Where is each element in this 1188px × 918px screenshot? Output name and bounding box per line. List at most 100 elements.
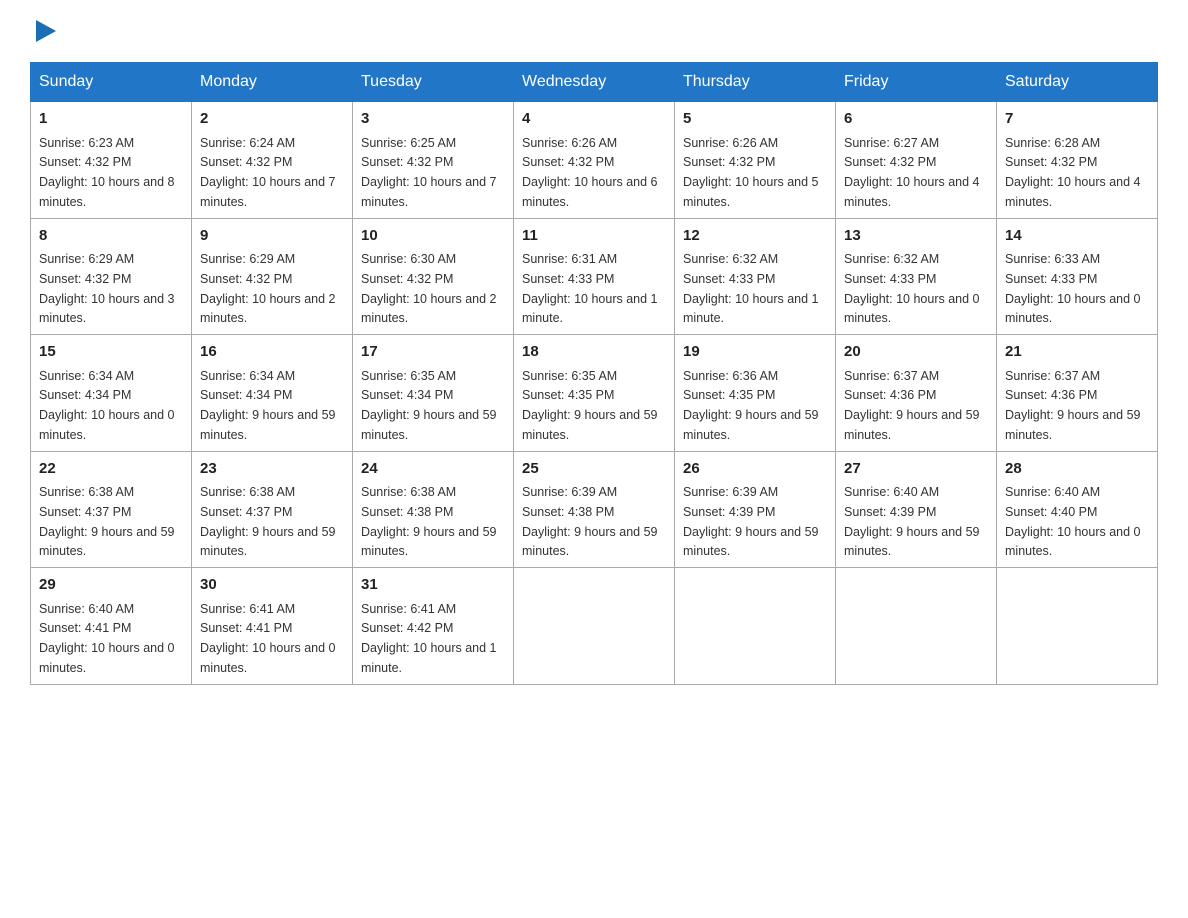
- table-row: [836, 568, 997, 685]
- day-info: Sunrise: 6:34 AMSunset: 4:34 PMDaylight:…: [39, 369, 175, 442]
- table-row: 9 Sunrise: 6:29 AMSunset: 4:32 PMDaylight…: [192, 218, 353, 335]
- table-row: [675, 568, 836, 685]
- day-number: 19: [683, 341, 827, 364]
- table-row: 8 Sunrise: 6:29 AMSunset: 4:32 PMDaylight…: [31, 218, 192, 335]
- day-number: 16: [200, 341, 344, 364]
- day-info: Sunrise: 6:40 AMSunset: 4:41 PMDaylight:…: [39, 602, 175, 675]
- day-info: Sunrise: 6:35 AMSunset: 4:34 PMDaylight:…: [361, 369, 497, 442]
- table-row: 16 Sunrise: 6:34 AMSunset: 4:34 PMDayligh…: [192, 335, 353, 452]
- day-number: 11: [522, 225, 666, 248]
- table-row: 11Sunrise: 6:31 AMSunset: 4:33 PMDayligh…: [514, 218, 675, 335]
- day-info: Sunrise: 6:41 AMSunset: 4:42 PMDaylight:…: [361, 602, 497, 675]
- day-info: Sunrise: 6:29 AMSunset: 4:32 PMDaylight:…: [200, 252, 336, 325]
- weekday-header-tuesday: Tuesday: [353, 63, 514, 102]
- table-row: 1 Sunrise: 6:23 AMSunset: 4:32 PMDaylight…: [31, 102, 192, 219]
- weekday-header-wednesday: Wednesday: [514, 63, 675, 102]
- table-row: 12 Sunrise: 6:32 AMSunset: 4:33 PMDayligh…: [675, 218, 836, 335]
- day-number: 2: [200, 108, 344, 131]
- table-row: 5 Sunrise: 6:26 AMSunset: 4:32 PMDaylight…: [675, 102, 836, 219]
- weekday-header-sunday: Sunday: [31, 63, 192, 102]
- day-number: 17: [361, 341, 505, 364]
- day-info: Sunrise: 6:39 AMSunset: 4:38 PMDaylight:…: [522, 485, 658, 558]
- day-info: Sunrise: 6:40 AMSunset: 4:39 PMDaylight:…: [844, 485, 980, 558]
- day-info: Sunrise: 6:35 AMSunset: 4:35 PMDaylight:…: [522, 369, 658, 442]
- weekday-header-thursday: Thursday: [675, 63, 836, 102]
- day-number: 29: [39, 574, 183, 597]
- table-row: 21 Sunrise: 6:37 AMSunset: 4:36 PMDayligh…: [997, 335, 1158, 452]
- day-number: 23: [200, 458, 344, 481]
- page-header: [30, 20, 1158, 42]
- week-row-2: 8 Sunrise: 6:29 AMSunset: 4:32 PMDaylight…: [31, 218, 1158, 335]
- table-row: 30 Sunrise: 6:41 AMSunset: 4:41 PMDayligh…: [192, 568, 353, 685]
- table-row: 6 Sunrise: 6:27 AMSunset: 4:32 PMDaylight…: [836, 102, 997, 219]
- day-info: Sunrise: 6:24 AMSunset: 4:32 PMDaylight:…: [200, 136, 336, 209]
- table-row: 20Sunrise: 6:37 AMSunset: 4:36 PMDayligh…: [836, 335, 997, 452]
- day-number: 22: [39, 458, 183, 481]
- table-row: 27 Sunrise: 6:40 AMSunset: 4:39 PMDayligh…: [836, 451, 997, 568]
- day-number: 13: [844, 225, 988, 248]
- table-row: 7 Sunrise: 6:28 AMSunset: 4:32 PMDaylight…: [997, 102, 1158, 219]
- day-info: Sunrise: 6:34 AMSunset: 4:34 PMDaylight:…: [200, 369, 336, 442]
- day-info: Sunrise: 6:39 AMSunset: 4:39 PMDaylight:…: [683, 485, 819, 558]
- table-row: 14 Sunrise: 6:33 AMSunset: 4:33 PMDayligh…: [997, 218, 1158, 335]
- day-number: 15: [39, 341, 183, 364]
- day-info: Sunrise: 6:38 AMSunset: 4:37 PMDaylight:…: [39, 485, 175, 558]
- day-info: Sunrise: 6:32 AMSunset: 4:33 PMDaylight:…: [683, 252, 819, 325]
- weekday-header-monday: Monday: [192, 63, 353, 102]
- day-info: Sunrise: 6:26 AMSunset: 4:32 PMDaylight:…: [522, 136, 658, 209]
- logo: [30, 20, 56, 42]
- day-info: Sunrise: 6:37 AMSunset: 4:36 PMDaylight:…: [844, 369, 980, 442]
- table-row: 3 Sunrise: 6:25 AMSunset: 4:32 PMDaylight…: [353, 102, 514, 219]
- day-number: 1: [39, 108, 183, 131]
- table-row: [514, 568, 675, 685]
- day-info: Sunrise: 6:33 AMSunset: 4:33 PMDaylight:…: [1005, 252, 1141, 325]
- day-info: Sunrise: 6:38 AMSunset: 4:37 PMDaylight:…: [200, 485, 336, 558]
- day-info: Sunrise: 6:37 AMSunset: 4:36 PMDaylight:…: [1005, 369, 1141, 442]
- weekday-header-row: SundayMondayTuesdayWednesdayThursdayFrid…: [31, 63, 1158, 102]
- day-number: 31: [361, 574, 505, 597]
- day-info: Sunrise: 6:23 AMSunset: 4:32 PMDaylight:…: [39, 136, 175, 209]
- day-number: 24: [361, 458, 505, 481]
- table-row: 24 Sunrise: 6:38 AMSunset: 4:38 PMDayligh…: [353, 451, 514, 568]
- day-number: 7: [1005, 108, 1149, 131]
- day-number: 26: [683, 458, 827, 481]
- day-info: Sunrise: 6:29 AMSunset: 4:32 PMDaylight:…: [39, 252, 175, 325]
- weekday-header-saturday: Saturday: [997, 63, 1158, 102]
- table-row: 4 Sunrise: 6:26 AMSunset: 4:32 PMDaylight…: [514, 102, 675, 219]
- table-row: 10Sunrise: 6:30 AMSunset: 4:32 PMDayligh…: [353, 218, 514, 335]
- day-number: 21: [1005, 341, 1149, 364]
- day-info: Sunrise: 6:41 AMSunset: 4:41 PMDaylight:…: [200, 602, 336, 675]
- week-row-1: 1 Sunrise: 6:23 AMSunset: 4:32 PMDaylight…: [31, 102, 1158, 219]
- table-row: 15 Sunrise: 6:34 AMSunset: 4:34 PMDayligh…: [31, 335, 192, 452]
- table-row: 29 Sunrise: 6:40 AMSunset: 4:41 PMDayligh…: [31, 568, 192, 685]
- table-row: 26 Sunrise: 6:39 AMSunset: 4:39 PMDayligh…: [675, 451, 836, 568]
- day-number: 27: [844, 458, 988, 481]
- day-info: Sunrise: 6:28 AMSunset: 4:32 PMDaylight:…: [1005, 136, 1141, 209]
- week-row-5: 29 Sunrise: 6:40 AMSunset: 4:41 PMDayligh…: [31, 568, 1158, 685]
- table-row: 2 Sunrise: 6:24 AMSunset: 4:32 PMDaylight…: [192, 102, 353, 219]
- day-info: Sunrise: 6:25 AMSunset: 4:32 PMDaylight:…: [361, 136, 497, 209]
- table-row: [997, 568, 1158, 685]
- day-number: 30: [200, 574, 344, 597]
- day-number: 4: [522, 108, 666, 131]
- day-number: 14: [1005, 225, 1149, 248]
- day-info: Sunrise: 6:26 AMSunset: 4:32 PMDaylight:…: [683, 136, 819, 209]
- table-row: 18Sunrise: 6:35 AMSunset: 4:35 PMDayligh…: [514, 335, 675, 452]
- calendar-table: SundayMondayTuesdayWednesdayThursdayFrid…: [30, 62, 1158, 685]
- day-info: Sunrise: 6:38 AMSunset: 4:38 PMDaylight:…: [361, 485, 497, 558]
- day-number: 12: [683, 225, 827, 248]
- day-number: 25: [522, 458, 666, 481]
- weekday-header-friday: Friday: [836, 63, 997, 102]
- week-row-3: 15 Sunrise: 6:34 AMSunset: 4:34 PMDayligh…: [31, 335, 1158, 452]
- table-row: 31 Sunrise: 6:41 AMSunset: 4:42 PMDayligh…: [353, 568, 514, 685]
- day-number: 3: [361, 108, 505, 131]
- table-row: 28Sunrise: 6:40 AMSunset: 4:40 PMDayligh…: [997, 451, 1158, 568]
- day-number: 9: [200, 225, 344, 248]
- day-number: 8: [39, 225, 183, 248]
- day-info: Sunrise: 6:27 AMSunset: 4:32 PMDaylight:…: [844, 136, 980, 209]
- table-row: 25 Sunrise: 6:39 AMSunset: 4:38 PMDayligh…: [514, 451, 675, 568]
- table-row: 17 Sunrise: 6:35 AMSunset: 4:34 PMDayligh…: [353, 335, 514, 452]
- day-number: 6: [844, 108, 988, 131]
- table-row: 22 Sunrise: 6:38 AMSunset: 4:37 PMDayligh…: [31, 451, 192, 568]
- day-number: 5: [683, 108, 827, 131]
